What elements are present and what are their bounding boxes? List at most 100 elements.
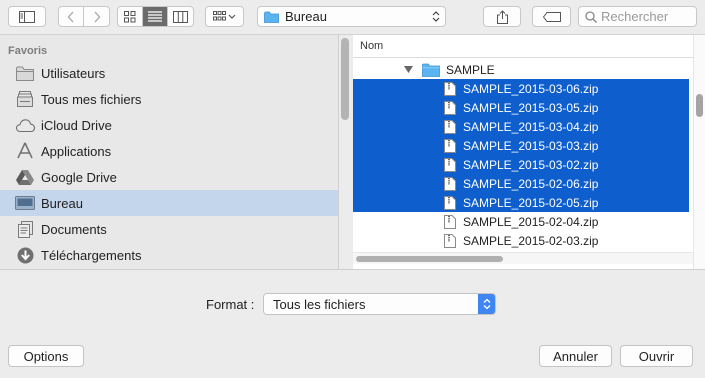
zip-file-icon — [444, 100, 456, 115]
group-by-button[interactable] — [205, 6, 244, 27]
format-label: Format : — [206, 297, 255, 312]
tag-button[interactable] — [532, 6, 571, 27]
chevron-right-icon — [93, 11, 100, 22]
sidebar-section-title: Favoris — [8, 45, 48, 57]
column-view-icon — [173, 10, 188, 23]
scrollbar-thumb[interactable] — [696, 94, 703, 117]
file-list: Nom SAMPLE SAMPLE_2015-03-06.zip SAMPLE_… — [353, 35, 705, 269]
sidebar-item-label: Utilisateurs — [41, 65, 106, 81]
chevron-left-icon — [67, 11, 74, 22]
file-list-horizontal-scrollbar[interactable] — [353, 252, 693, 264]
document-icon — [15, 219, 35, 239]
search-field[interactable] — [578, 6, 697, 27]
sidebar-item-google-drive[interactable]: Google Drive — [0, 164, 338, 190]
zip-file-icon — [444, 81, 456, 96]
forward-button[interactable] — [84, 7, 109, 26]
file-row[interactable]: SAMPLE_2015-02-06.zip — [353, 174, 689, 193]
scrollbar-thumb[interactable] — [356, 256, 503, 262]
folder-icon — [15, 63, 35, 83]
divider — [0, 269, 705, 270]
toolbar: Bureau — [0, 0, 705, 35]
sidebar-item-label: Documents — [41, 221, 107, 237]
options-button[interactable]: Options — [8, 345, 84, 367]
zip-file-icon — [444, 176, 456, 191]
zip-file-icon — [444, 233, 456, 248]
format-select[interactable]: Tous les fichiers — [263, 293, 496, 315]
share-button[interactable] — [483, 6, 521, 27]
applications-icon — [15, 141, 35, 161]
file-row[interactable]: SAMPLE_2015-02-03.zip — [353, 231, 689, 250]
search-icon — [585, 10, 597, 23]
column-header-label: Nom — [360, 40, 384, 52]
sidebar-item-label: Bureau — [41, 195, 83, 211]
file-name: SAMPLE_2015-02-03.zip — [463, 233, 599, 248]
sidebar-item-telechargements[interactable]: Téléchargements — [0, 242, 338, 268]
cancel-button[interactable]: Annuler — [539, 345, 612, 367]
sidebar-item-label: Google Drive — [41, 169, 117, 185]
folder-icon — [264, 11, 279, 23]
list-view-icon — [148, 11, 162, 22]
file-row[interactable]: SAMPLE_2015-03-04.zip — [353, 117, 689, 136]
sidebar-item-documents[interactable]: Documents — [0, 216, 338, 242]
file-name: SAMPLE_2015-02-05.zip — [463, 195, 599, 210]
google-drive-icon — [15, 167, 35, 187]
file-name: SAMPLE_2015-03-06.zip — [463, 81, 599, 96]
disclosure-triangle-icon — [404, 65, 413, 73]
file-row[interactable]: SAMPLE_2015-03-06.zip — [353, 79, 689, 98]
sidebar-toggle-button[interactable] — [8, 6, 46, 27]
sidebar-item-label: Téléchargements — [41, 247, 142, 263]
back-button[interactable] — [59, 7, 84, 26]
sidebar-item-tous-mes-fichiers[interactable]: Tous mes fichiers — [0, 86, 338, 112]
column-view-button[interactable] — [168, 7, 193, 26]
file-name: SAMPLE_2015-02-04.zip — [463, 214, 599, 229]
icon-view-icon — [124, 10, 136, 22]
list-view-button[interactable] — [143, 7, 168, 26]
navigation-buttons — [58, 6, 110, 27]
icon-view-button[interactable] — [118, 7, 143, 26]
file-row[interactable]: SAMPLE_2015-03-05.zip — [353, 98, 689, 117]
zip-file-icon — [444, 195, 456, 210]
zip-file-icon — [444, 214, 456, 229]
location-label: Bureau — [285, 9, 327, 24]
folder-icon — [422, 63, 440, 77]
open-button[interactable]: Ouvrir — [620, 345, 693, 367]
sidebar-toggle-icon — [19, 10, 35, 23]
sidebar-item-label: Tous mes fichiers — [41, 91, 142, 107]
download-icon — [15, 245, 35, 265]
file-name: SAMPLE_2015-03-05.zip — [463, 100, 599, 115]
sidebar-item-icloud-drive[interactable]: iCloud Drive — [0, 112, 338, 138]
cloud-icon — [15, 115, 35, 135]
file-name: SAMPLE_2015-03-02.zip — [463, 157, 599, 172]
search-input[interactable] — [601, 9, 691, 24]
view-mode-control — [117, 6, 194, 27]
sidebar-item-bureau[interactable]: Bureau — [0, 190, 338, 216]
desktop-icon — [15, 193, 35, 213]
zip-file-icon — [444, 157, 456, 172]
file-list-vertical-scrollbar[interactable] — [693, 35, 705, 269]
file-name: SAMPLE_2015-02-06.zip — [463, 176, 599, 191]
stepper-arrows-icon — [432, 11, 440, 22]
file-row[interactable]: SAMPLE_2015-03-03.zip — [353, 136, 689, 155]
stepper-arrows-icon — [478, 294, 495, 314]
file-name: SAMPLE_2015-03-04.zip — [463, 119, 599, 134]
sidebar-scrollbar[interactable] — [341, 38, 349, 120]
group-view-icon — [212, 10, 235, 20]
file-row[interactable]: SAMPLE_2015-03-02.zip — [353, 155, 689, 174]
location-popup[interactable]: Bureau — [257, 6, 446, 27]
zip-file-icon — [444, 138, 456, 153]
tag-icon — [542, 11, 561, 22]
sidebar-item-applications[interactable]: Applications — [0, 138, 338, 164]
file-row[interactable]: SAMPLE_2015-02-05.zip — [353, 193, 689, 212]
sidebar-item-label: Applications — [41, 143, 112, 159]
sidebar: Favoris Utilisateurs Tous mes fichiers i… — [0, 35, 339, 269]
column-header-name[interactable]: Nom — [353, 35, 693, 58]
share-icon — [496, 9, 508, 24]
file-name: SAMPLE_2015-03-03.zip — [463, 138, 599, 153]
sidebar-item-utilisateurs[interactable]: Utilisateurs — [0, 60, 338, 86]
all-files-icon — [15, 89, 35, 109]
folder-name: SAMPLE — [446, 62, 495, 77]
sidebar-item-label: iCloud Drive — [41, 117, 112, 133]
folder-row-sample[interactable]: SAMPLE — [353, 60, 689, 79]
format-select-value: Tous les fichiers — [273, 296, 366, 312]
file-row[interactable]: SAMPLE_2015-02-04.zip — [353, 212, 689, 231]
